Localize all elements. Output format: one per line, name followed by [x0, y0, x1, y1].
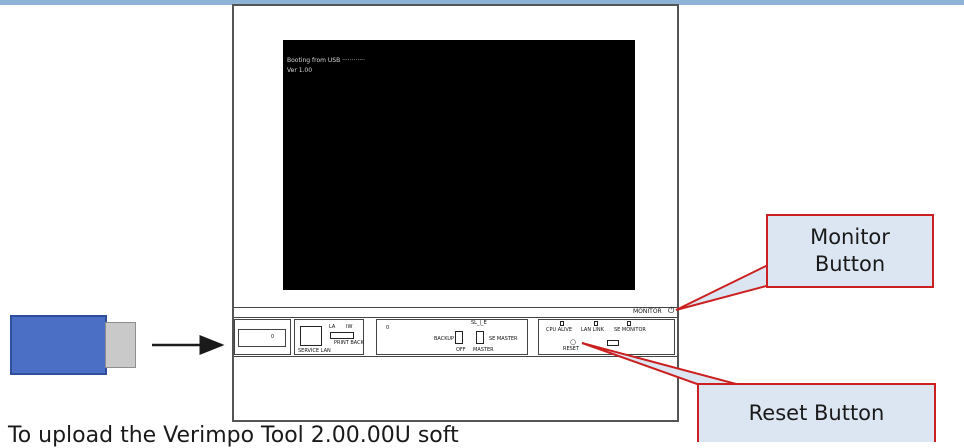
monitor-callout-line1: Monitor [810, 224, 890, 249]
monitor-callout-pointer [675, 263, 772, 311]
reset-callout-pointer [581, 342, 741, 386]
monitor-callout-line2: Button [814, 252, 886, 276]
reset-button-callout: Reset Button [697, 383, 936, 442]
monitor-button-callout: Monitor Button [766, 214, 934, 288]
caption-text: To upload the Verimpo Tool 2.00.00U soft [8, 423, 459, 448]
reset-callout-text: Reset Button [748, 400, 885, 425]
